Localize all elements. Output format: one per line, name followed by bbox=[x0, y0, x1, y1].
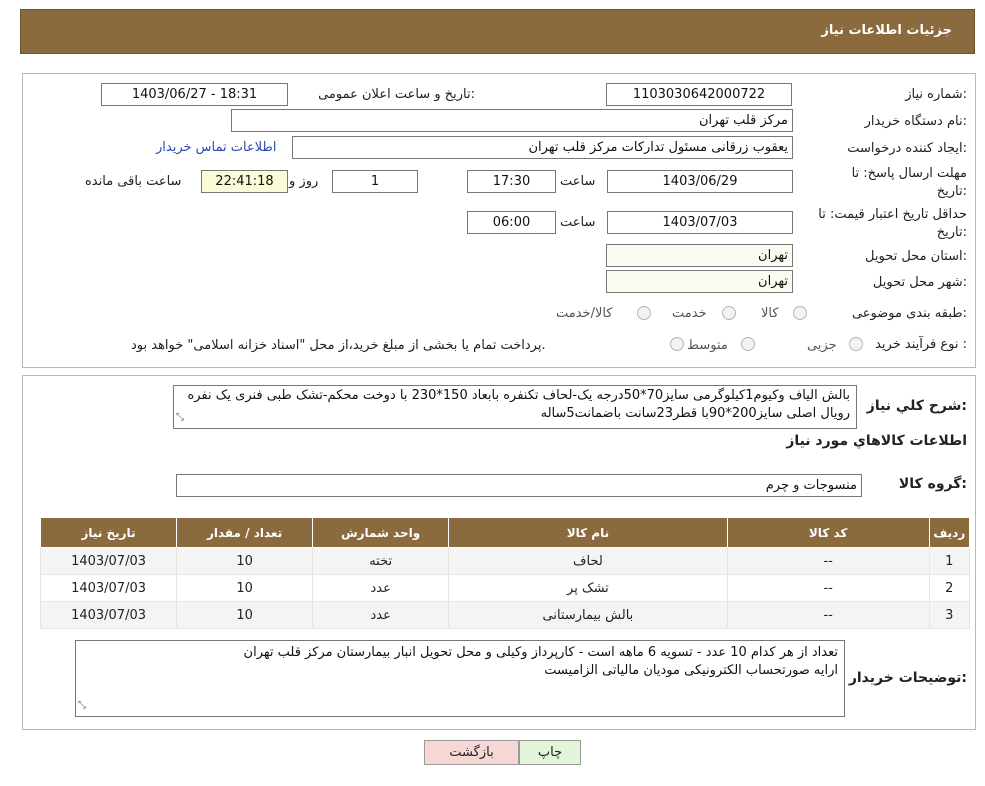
cell-need-date: 1403/07/03 bbox=[39, 547, 178, 575]
description-textarea[interactable]: بالش الیاف وکیوم1کیلوگرمی سایز70*50درجه … bbox=[173, 385, 857, 429]
goods-info-title: اطلاعات کالاهاي مورد نياز bbox=[786, 433, 967, 449]
col-quantity: تعداد / مقدار bbox=[176, 517, 314, 548]
requester-label: ایجاد کننده درخواست: bbox=[847, 141, 967, 156]
goods-table-header: رديف کد کالا نام کالا واحد شمارش تعداد /… bbox=[39, 517, 971, 548]
deadline-time-field: 17:30 bbox=[467, 170, 556, 193]
process-note: پرداخت تمام یا بخشی از مبلغ خرید،از محل … bbox=[131, 338, 546, 353]
days-label: روز و bbox=[289, 174, 319, 189]
page-header: جزئیات اطلاعات نیاز bbox=[20, 9, 975, 54]
col-item-code: کد کالا bbox=[726, 517, 930, 548]
category-goods-radio[interactable] bbox=[793, 306, 807, 320]
buyer-notes-textarea[interactable]: تعداد از هر کدام 10 عدد - تسویه 6 ماهه ا… bbox=[75, 640, 845, 717]
announce-label: تاریخ و ساعت اعلان عمومی: bbox=[318, 87, 475, 102]
col-need-date: تاریخ نیاز bbox=[39, 517, 178, 548]
cell-item-code: -- bbox=[726, 574, 930, 602]
treasury-payment-checkbox[interactable] bbox=[670, 337, 684, 351]
process-minor-label: جزیی bbox=[807, 338, 837, 353]
buyer-contact-link[interactable]: اطلاعات تماس خریدار bbox=[156, 140, 276, 155]
deadline-date-field: 1403/06/29 bbox=[607, 170, 793, 193]
process-label: نوع فرآیند خرید : bbox=[875, 337, 967, 352]
deadline-time-label: ساعت bbox=[560, 174, 596, 189]
category-goods-label: کالا bbox=[761, 306, 779, 321]
cell-item-name: لحاف bbox=[448, 547, 728, 575]
cell-item-code: -- bbox=[726, 601, 930, 629]
province-label: استان محل تحویل: bbox=[865, 249, 967, 264]
goods-group-label: گروه کالا: bbox=[898, 476, 967, 492]
description-text: بالش الیاف وکیوم1کیلوگرمی سایز70*50درجه … bbox=[187, 388, 850, 421]
remaining-time-field: 22:41:18 bbox=[201, 170, 288, 193]
cell-need-date: 1403/07/03 bbox=[39, 601, 178, 629]
back-button[interactable]: بازگشت bbox=[424, 740, 519, 765]
remaining-label: ساعت باقی مانده bbox=[85, 174, 182, 189]
cell-row-number: 1 bbox=[928, 547, 971, 575]
process-minor-radio[interactable] bbox=[849, 337, 863, 351]
cell-unit: عدد bbox=[312, 601, 450, 629]
requester-field: یعقوب زرقانی مسئول تدارکات مرکز قلب تهرا… bbox=[292, 136, 793, 159]
col-row-number: رديف bbox=[928, 517, 971, 548]
resize-grip-icon[interactable]: ⤡ bbox=[78, 697, 86, 715]
col-unit: واحد شمارش bbox=[312, 517, 450, 548]
need-number-label: شماره نیاز: bbox=[905, 87, 967, 102]
cell-unit: تخته bbox=[312, 547, 450, 575]
buyer-org-field: مرکز قلب تهران bbox=[231, 109, 793, 132]
process-medium-radio[interactable] bbox=[741, 337, 755, 351]
table-row: 3 -- بالش بیمارستانی عدد 10 1403/07/03 bbox=[39, 601, 971, 629]
cell-quantity: 10 bbox=[176, 601, 314, 629]
buyer-notes-line-1: تعداد از هر کدام 10 عدد - تسویه 6 ماهه ا… bbox=[243, 645, 838, 660]
cell-unit: عدد bbox=[312, 574, 450, 602]
print-button[interactable]: چاپ bbox=[519, 740, 581, 765]
goods-table: رديف کد کالا نام کالا واحد شمارش تعداد /… bbox=[39, 517, 971, 629]
cell-quantity: 10 bbox=[176, 574, 314, 602]
category-goods-service-label: کالا/خدمت bbox=[556, 306, 613, 321]
cell-row-number: 3 bbox=[928, 601, 971, 629]
announce-datetime-field: 1403/06/27 - 18:31 bbox=[101, 83, 288, 106]
description-label: شرح کلي نياز: bbox=[866, 398, 967, 414]
days-field: 1 bbox=[332, 170, 418, 193]
need-number-field: 1103030642000722 bbox=[606, 83, 792, 106]
cell-item-name: بالش بیمارستانی bbox=[448, 601, 728, 629]
validity-date-field: 1403/07/03 bbox=[607, 211, 793, 234]
category-service-label: خدمت bbox=[672, 306, 707, 321]
buyer-notes-label: توضیحات خریدار: bbox=[848, 670, 967, 686]
cell-item-name: تشک پر bbox=[448, 574, 728, 602]
cell-need-date: 1403/07/03 bbox=[39, 574, 178, 602]
cell-quantity: 10 bbox=[176, 547, 314, 575]
category-service-radio[interactable] bbox=[722, 306, 736, 320]
buyer-org-label: نام دستگاه خریدار: bbox=[864, 114, 967, 129]
city-label: شهر محل تحویل: bbox=[872, 275, 967, 290]
validity-time-label: ساعت bbox=[560, 215, 596, 230]
buyer-notes-line-2: ارایه صورتحساب الکترونیکی مودیان مالیاتی… bbox=[544, 663, 838, 678]
process-medium-label: متوسط bbox=[687, 338, 728, 353]
validity-time-field: 06:00 bbox=[467, 211, 556, 234]
col-item-name: نام کالا bbox=[448, 517, 728, 548]
cell-row-number: 2 bbox=[928, 574, 971, 602]
category-goods-service-radio[interactable] bbox=[637, 306, 651, 320]
page-title: جزئیات اطلاعات نیاز bbox=[821, 23, 952, 38]
cell-item-code: -- bbox=[726, 547, 930, 575]
table-row: 2 -- تشک پر عدد 10 1403/07/03 bbox=[39, 574, 971, 602]
validity-label: حداقل تاریخ اعتبار قیمت: تا تاریخ: bbox=[818, 207, 967, 240]
table-row: 1 -- لحاف تخته 10 1403/07/03 bbox=[39, 547, 971, 575]
deadline-label: مهلت ارسال پاسخ: تا تاریخ: bbox=[851, 166, 967, 199]
category-label: طبقه بندی موضوعی: bbox=[851, 306, 967, 321]
city-field: تهران bbox=[606, 270, 793, 293]
resize-grip-icon[interactable]: ⤡ bbox=[176, 409, 184, 427]
goods-group-field: منسوجات و چرم bbox=[176, 474, 862, 497]
province-field: تهران bbox=[606, 244, 793, 267]
